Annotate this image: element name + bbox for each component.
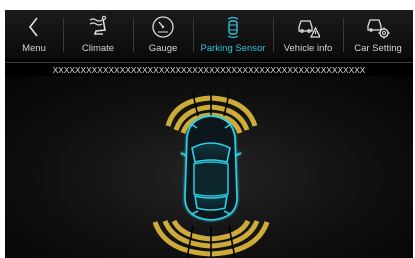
parking-sensor-button[interactable]: Parking Sensor <box>193 10 273 58</box>
car-setting-label: Car Setting <box>354 43 402 54</box>
gauge-icon <box>152 16 174 38</box>
menu-button[interactable]: Menu <box>5 10 63 58</box>
menu-label: Menu <box>22 43 46 54</box>
car-setting-icon <box>367 19 390 39</box>
status-text: XXXXXXXXXXXXXXXXXXXXXXXXXXXXXXXXXXXXXXXX… <box>52 65 366 75</box>
climate-label: Climate <box>81 43 115 54</box>
parking-sensor-icon <box>227 16 239 39</box>
top-navigation-bar: Menu Climate Gauge Parking Sensor Vehicl… <box>5 10 413 58</box>
gauge-button[interactable]: Gauge <box>133 10 193 58</box>
parking-sensor-label: Parking Sensor <box>200 43 266 54</box>
vehicle-info-label: Vehicle info <box>283 43 333 54</box>
parking-sensor-view <box>5 76 413 258</box>
parking-sensor-diagram <box>152 92 270 258</box>
climate-button[interactable]: Climate <box>63 10 133 58</box>
gauge-label: Gauge <box>148 43 178 54</box>
car-outline <box>180 115 242 221</box>
vehicle-info-button[interactable]: Vehicle info <box>273 10 343 58</box>
front-sensor-dividers <box>192 92 230 117</box>
vehicle-info-icon <box>298 20 320 38</box>
climate-seat-icon <box>89 15 107 35</box>
header-divider <box>5 62 413 63</box>
car-setting-button[interactable]: Car Setting <box>343 10 413 58</box>
back-chevron-icon <box>28 17 38 37</box>
parking-sensor-screen: Menu Climate Gauge Parking Sensor Vehicl… <box>5 10 413 258</box>
